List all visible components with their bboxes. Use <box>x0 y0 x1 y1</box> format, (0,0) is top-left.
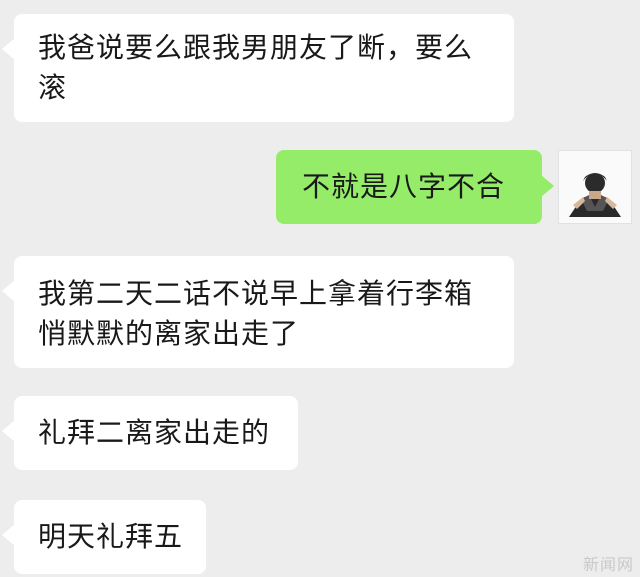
watermark: 新闻网 <box>582 555 634 574</box>
message-incoming[interactable]: 我爸说要么跟我男朋友了断，要么滚 <box>2 14 514 122</box>
message-text: 礼拜二离家出走的 <box>38 416 271 449</box>
message-text: 我爸说要么跟我男朋友了断，要么滚 <box>38 31 474 104</box>
message-incoming[interactable]: 礼拜二离家出走的 <box>2 396 298 470</box>
message-incoming[interactable]: 明天礼拜五 <box>2 500 206 574</box>
message-text: 明天礼拜五 <box>38 520 184 553</box>
avatar[interactable] <box>558 150 632 224</box>
chat-area: 我爸说要么跟我男朋友了断，要么滚 不就是八字不合 我第二天二话不说早上拿着行李箱… <box>0 0 640 577</box>
message-incoming[interactable]: 我第二天二话不说早上拿着行李箱悄默默的离家出走了 <box>2 256 514 368</box>
message-outgoing[interactable]: 不就是八字不合 <box>276 150 554 224</box>
message-text: 我第二天二话不说早上拿着行李箱悄默默的离家出走了 <box>38 277 474 350</box>
message-text: 不就是八字不合 <box>302 170 506 203</box>
user-avatar-photo-icon <box>559 151 631 223</box>
